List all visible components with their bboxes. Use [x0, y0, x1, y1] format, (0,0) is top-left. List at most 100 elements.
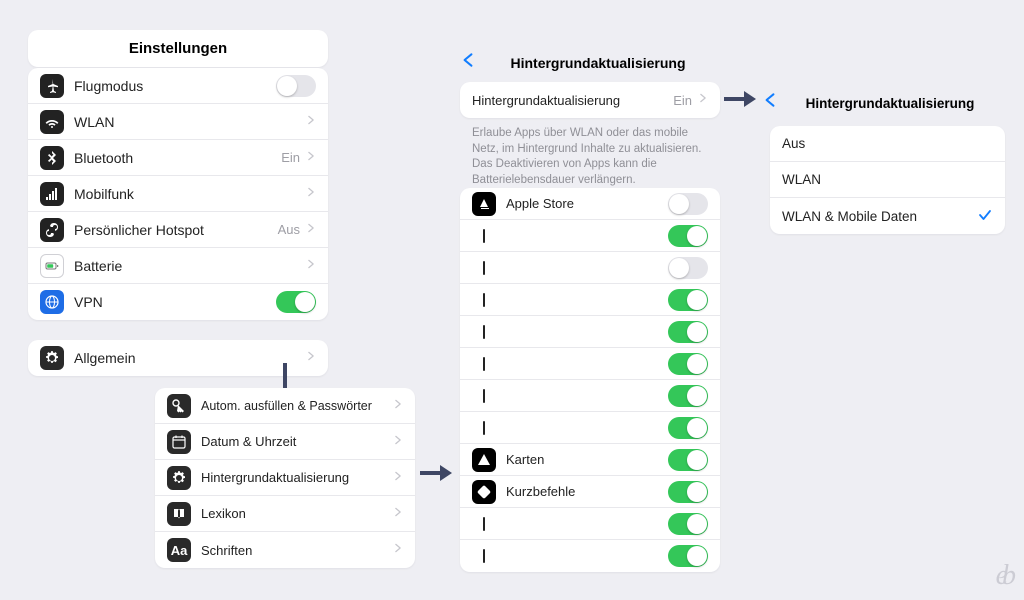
app-toggle[interactable]	[668, 321, 708, 343]
row-label: Hintergrundaktualisierung	[472, 93, 673, 108]
cellular-icon	[40, 182, 64, 206]
chevron-right-icon	[393, 397, 403, 415]
option-row[interactable]: WLAN & Mobile Daten	[770, 198, 1005, 234]
app-icon-placeholder	[472, 357, 496, 371]
app-icon	[472, 480, 496, 504]
row-label: WLAN	[74, 114, 306, 130]
app-row[interactable]	[460, 316, 720, 348]
calendar-icon	[167, 430, 191, 454]
row-status: Ein	[281, 150, 300, 165]
gear-icon	[40, 346, 64, 370]
airplane-toggle[interactable]	[276, 75, 316, 97]
app-row[interactable]	[460, 380, 720, 412]
back-button[interactable]	[460, 50, 476, 76]
back-button[interactable]	[762, 90, 778, 116]
gear-icon	[167, 466, 191, 490]
app-icon	[472, 448, 496, 472]
app-row[interactable]	[460, 252, 720, 284]
app-icon-placeholder	[472, 421, 496, 435]
app-row[interactable]: Kurzbefehle	[460, 476, 720, 508]
app-icon-placeholder	[472, 389, 496, 403]
app-toggle[interactable]	[668, 225, 708, 247]
vpn-toggle[interactable]	[276, 291, 316, 313]
row-airplane-mode[interactable]: Flugmodus	[28, 68, 328, 104]
app-label: Apple Store	[506, 196, 668, 211]
chevron-right-icon	[306, 113, 316, 131]
row-label: Persönlicher Hotspot	[74, 222, 278, 238]
row-label: Flugmodus	[74, 78, 276, 94]
chevron-right-icon	[306, 185, 316, 203]
app-row[interactable]	[460, 540, 720, 572]
chevron-right-icon	[393, 541, 403, 559]
app-toggle[interactable]	[668, 449, 708, 471]
row-cellular[interactable]: Mobilfunk	[28, 176, 328, 212]
row-hotspot[interactable]: Persönlicher Hotspot Aus	[28, 212, 328, 248]
app-label: Kurzbefehle	[506, 484, 668, 499]
row-autofill-passwords[interactable]: Autom. ausfüllen & Passwörter	[155, 388, 415, 424]
app-toggle[interactable]	[668, 385, 708, 407]
row-label: Hintergrundaktualisierung	[201, 470, 393, 485]
row-background-refresh-master[interactable]: Hintergrundaktualisierung Ein	[460, 82, 720, 118]
bluetooth-icon	[40, 146, 64, 170]
row-label: Schriften	[201, 543, 393, 558]
chevron-right-icon	[393, 469, 403, 487]
option-row[interactable]: WLAN	[770, 162, 1005, 198]
app-row[interactable]	[460, 348, 720, 380]
row-label: Bluetooth	[74, 150, 281, 166]
key-icon	[167, 394, 191, 418]
app-toggle[interactable]	[668, 289, 708, 311]
app-toggle[interactable]	[668, 481, 708, 503]
row-wlan[interactable]: WLAN	[28, 104, 328, 140]
option-row[interactable]: Aus	[770, 126, 1005, 162]
chevron-right-icon	[393, 505, 403, 523]
chevron-right-icon	[306, 221, 316, 239]
row-status: Aus	[278, 222, 300, 237]
vpn-icon	[40, 290, 64, 314]
app-row[interactable]	[460, 220, 720, 252]
app-icon-placeholder	[472, 261, 496, 275]
row-background-refresh[interactable]: Hintergrundaktualisierung	[155, 460, 415, 496]
options-title: Hintergrundaktualisierung	[778, 96, 1002, 111]
app-icon-placeholder	[472, 549, 496, 563]
app-icon-placeholder	[472, 325, 496, 339]
flow-arrow-icon	[418, 458, 458, 493]
app-toggle[interactable]	[668, 513, 708, 535]
app-label: Karten	[506, 452, 668, 467]
app-toggle[interactable]	[668, 193, 708, 215]
flow-arrow-icon	[722, 84, 762, 119]
row-label: Mobilfunk	[74, 186, 306, 202]
app-toggle[interactable]	[668, 417, 708, 439]
chevron-right-icon	[306, 149, 316, 167]
option-label: Aus	[782, 136, 993, 151]
app-row[interactable]: Karten	[460, 444, 720, 476]
check-icon	[977, 208, 993, 225]
wifi-icon	[40, 110, 64, 134]
row-vpn[interactable]: VPN	[28, 284, 328, 320]
watermark: eb	[996, 560, 1010, 592]
row-date-time[interactable]: Datum & Uhrzeit	[155, 424, 415, 460]
hotspot-icon	[40, 218, 64, 242]
row-label: Datum & Uhrzeit	[201, 434, 393, 449]
row-lexicon[interactable]: Lexikon	[155, 496, 415, 532]
app-icon-placeholder	[472, 293, 496, 307]
row-bluetooth[interactable]: Bluetooth Ein	[28, 140, 328, 176]
row-label: Lexikon	[201, 506, 393, 521]
row-fonts[interactable]: Aa Schriften	[155, 532, 415, 568]
app-row[interactable]	[460, 508, 720, 540]
app-row[interactable]	[460, 412, 720, 444]
app-row[interactable]: Apple Store	[460, 188, 720, 220]
chevron-right-icon	[393, 433, 403, 451]
app-toggle[interactable]	[668, 257, 708, 279]
app-toggle[interactable]	[668, 545, 708, 567]
app-row[interactable]	[460, 284, 720, 316]
option-label: WLAN & Mobile Daten	[782, 209, 977, 224]
settings-title: Einstellungen	[28, 30, 328, 67]
app-icon	[472, 192, 496, 216]
airplane-icon	[40, 74, 64, 98]
app-toggle[interactable]	[668, 353, 708, 375]
row-label: VPN	[74, 294, 276, 310]
fonts-icon: Aa	[167, 538, 191, 562]
battery-icon	[40, 254, 64, 278]
row-battery[interactable]: Batterie	[28, 248, 328, 284]
row-label: Autom. ausfüllen & Passwörter	[201, 399, 393, 413]
